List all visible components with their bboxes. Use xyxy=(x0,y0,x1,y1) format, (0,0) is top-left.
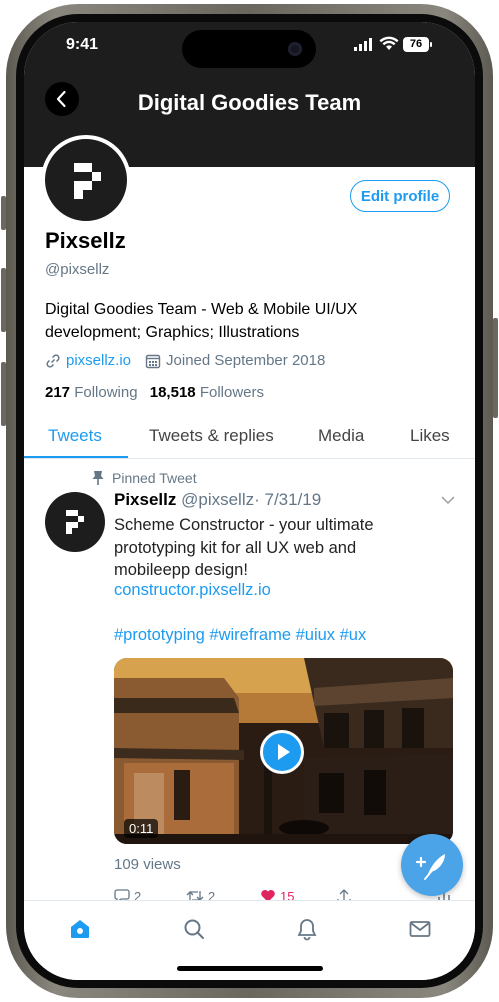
play-icon xyxy=(278,744,290,760)
home-indicator[interactable] xyxy=(177,966,323,971)
tab-likes[interactable]: Likes xyxy=(410,426,450,446)
status-time: 9:41 xyxy=(66,36,99,53)
followers-count: 18,518 xyxy=(149,384,196,401)
link-icon xyxy=(46,353,60,368)
battery-tip xyxy=(430,42,432,47)
tweet-text: Scheme Constructor - your ultimate proto… xyxy=(114,516,374,579)
chevron-down-icon[interactable] xyxy=(440,494,456,506)
tweet-header: Pixsellz @pixsellz· 7/31/19 xyxy=(114,490,321,510)
profile-handle: @pixsellz xyxy=(45,261,110,278)
bell-icon[interactable] xyxy=(295,917,319,941)
edit-profile-button[interactable]: Edit profile xyxy=(350,180,450,212)
compose-tweet-button[interactable] xyxy=(401,834,463,896)
home-icon[interactable] xyxy=(68,917,92,941)
pixsellz-logo-icon xyxy=(66,510,84,534)
tweet-video[interactable] xyxy=(114,658,453,844)
pinned-label: Pinned Tweet xyxy=(92,470,197,486)
tweet-avatar[interactable] xyxy=(45,492,105,552)
following-label: Following xyxy=(74,384,138,401)
active-tab-indicator xyxy=(24,456,128,458)
side-button xyxy=(1,196,6,230)
video-duration: 0:11 xyxy=(124,819,159,838)
status-bar: 9:41 76 xyxy=(24,22,475,70)
play-button[interactable] xyxy=(260,730,304,774)
search-icon[interactable] xyxy=(182,917,206,941)
view-count: 109 views xyxy=(114,856,181,873)
pixsellz-logo-icon xyxy=(74,163,101,199)
following-link[interactable]: 217 Following xyxy=(45,384,138,401)
tab-media[interactable]: Media xyxy=(318,426,364,446)
calendar-icon xyxy=(145,354,161,368)
volume-down-button xyxy=(1,362,6,426)
page-title: Digital Goodies Team xyxy=(137,90,362,115)
pin-icon xyxy=(92,471,104,485)
following-count: 217 xyxy=(45,384,71,401)
profile-meta: pixsellz.io Joined September 2018 xyxy=(45,352,325,369)
tweet-hashtags[interactable]: #prototyping #wireframe #uiux #ux xyxy=(114,626,366,645)
profile-bio: Digital Goodies Team - Web & Mobile UI/U… xyxy=(45,301,358,341)
follow-stats: 217 Following 18,518 Followers xyxy=(45,384,264,401)
followers-label: Followers xyxy=(199,384,264,401)
profile-avatar[interactable] xyxy=(41,135,131,225)
website-link[interactable]: pixsellz.io xyxy=(66,352,131,369)
tab-tweets-replies[interactable]: Tweets & replies xyxy=(149,426,274,446)
volume-up-button xyxy=(1,268,6,332)
profile-name: Pixsellz xyxy=(45,228,126,253)
joined-date: Joined September 2018 xyxy=(166,352,326,369)
mail-icon[interactable] xyxy=(408,917,432,941)
followers-link[interactable]: 18,518 Followers xyxy=(150,384,264,401)
tweet-date: · 7/31/19 xyxy=(254,490,322,509)
compose-feather-icon xyxy=(415,854,445,880)
power-button xyxy=(493,318,498,418)
tweet-link[interactable]: constructor.pixsellz.io xyxy=(114,581,271,600)
tweet-author-handle[interactable]: @pixsellz xyxy=(181,490,254,509)
tweet-author-name[interactable]: Pixsellz xyxy=(114,490,176,509)
profile-tabs: Tweets Tweets & replies Media Likes xyxy=(24,422,475,459)
app-screen: 9:41 76 Digital Goodies Team Edit profil… xyxy=(24,22,475,980)
pinned-text: Pinned Tweet xyxy=(112,470,197,486)
camera-icon xyxy=(288,42,302,56)
wifi-icon xyxy=(379,36,399,50)
dynamic-island xyxy=(182,30,316,68)
battery-indicator: 76 xyxy=(403,37,429,52)
signal-icon xyxy=(354,38,372,51)
tab-tweets[interactable]: Tweets xyxy=(48,426,102,446)
